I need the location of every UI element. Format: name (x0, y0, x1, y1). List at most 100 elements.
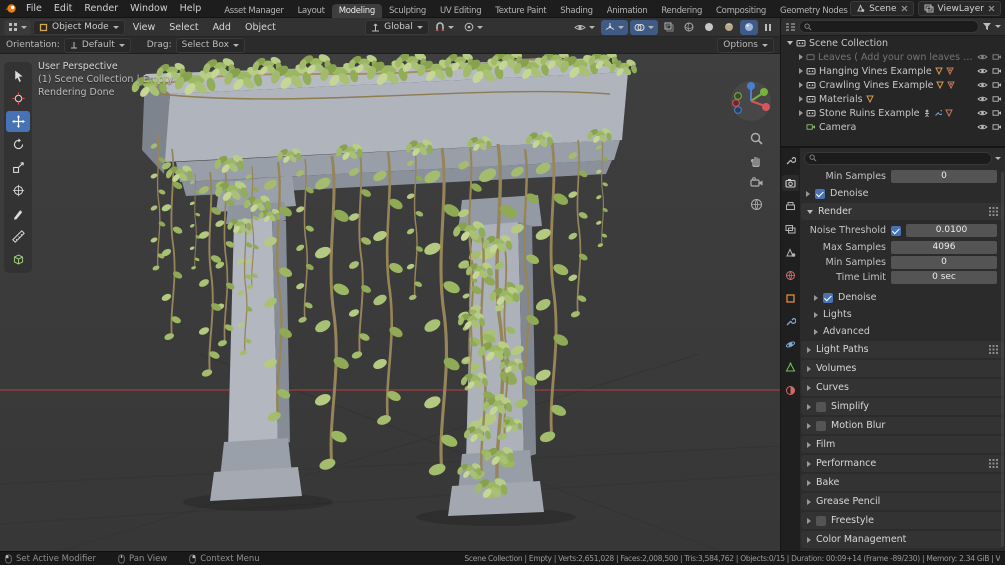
disable-render-icon[interactable] (992, 53, 1002, 61)
time-limit-value[interactable]: 0 sec (891, 271, 997, 284)
disable-render-icon[interactable] (992, 81, 1002, 89)
section-render[interactable]: Render (801, 203, 1004, 220)
menu-help[interactable]: Help (174, 0, 208, 18)
workspace-tab-modeling[interactable]: Modeling (332, 4, 382, 18)
render-denoise-row[interactable]: Denoise (800, 289, 1005, 306)
section-light-paths[interactable]: Light Paths (801, 341, 1004, 358)
denoise-checkbox[interactable] (823, 293, 833, 303)
disable-render-icon[interactable] (992, 109, 1002, 117)
rotate-tool[interactable] (6, 134, 30, 155)
noise-threshold-value[interactable]: 0.0100 (906, 224, 997, 237)
viewlayer-selector[interactable]: ViewLayer (918, 1, 1001, 16)
select-box-tool[interactable] (6, 65, 30, 86)
menu-edit[interactable]: Edit (48, 0, 78, 18)
menu-window[interactable]: Window (124, 0, 173, 18)
outliner-row-stone-ruins[interactable]: Stone Ruins Example (781, 106, 1005, 120)
xray-toggle[interactable] (660, 20, 678, 35)
workspace-tab-rendering[interactable]: Rendering (654, 4, 709, 18)
denoise-toggle-row[interactable]: Denoise (800, 185, 1005, 202)
properties-scrollbar[interactable] (1001, 172, 1004, 547)
hide-eye-icon[interactable] (977, 67, 988, 75)
expand-icon[interactable] (799, 68, 803, 74)
chevron-right-icon[interactable] (814, 312, 818, 318)
noise-threshold-checkbox[interactable] (891, 226, 901, 236)
workspace-tab-animation[interactable]: Animation (600, 4, 655, 18)
outliner-row-scene-collection[interactable]: Scene Collection (781, 36, 1005, 50)
workspace-tab-sculpting[interactable]: Sculpting (382, 4, 433, 18)
freestyle-checkbox[interactable] (816, 516, 826, 526)
snap-toggle[interactable] (431, 20, 458, 35)
section-performance[interactable]: Performance (801, 455, 1004, 472)
scale-tool[interactable] (6, 157, 30, 178)
menu-select[interactable]: Select (163, 22, 204, 33)
visibility-dropdown[interactable] (570, 20, 599, 35)
viewport-3d[interactable]: User Perspective (1) Scene Collection | … (0, 54, 780, 551)
pan-hand-icon[interactable] (746, 150, 766, 170)
chevron-down-icon[interactable] (995, 157, 1001, 160)
section-curves[interactable]: Curves (801, 379, 1004, 396)
show-gizmo-toggle[interactable] (601, 20, 628, 35)
hide-eye-icon[interactable] (977, 109, 988, 117)
max-samples-value[interactable]: 4096 (891, 241, 997, 254)
menu-render[interactable]: Render (78, 0, 124, 18)
editor-type-button[interactable] (4, 20, 31, 35)
orientation-default-dropdown[interactable]: Default (64, 38, 131, 53)
menu-add[interactable]: Add (207, 22, 237, 33)
workspace-tab-shading[interactable]: Shading (553, 4, 599, 18)
section-bake[interactable]: Bake (801, 474, 1004, 491)
hide-eye-icon[interactable] (977, 53, 988, 61)
section-freestyle[interactable]: Freestyle (801, 512, 1004, 529)
expand-icon[interactable] (799, 110, 803, 116)
measure-tool[interactable] (6, 226, 30, 247)
perspective-toggle-icon[interactable] (746, 194, 766, 214)
outliner-row-camera[interactable]: Camera (781, 120, 1005, 134)
disable-render-icon[interactable] (992, 123, 1002, 131)
expand-icon[interactable] (799, 54, 803, 60)
scene-selector[interactable]: Scene (850, 1, 913, 16)
outliner-search-input[interactable] (799, 20, 979, 33)
min-samples-value[interactable]: 0 (891, 256, 997, 269)
transform-tool[interactable] (6, 180, 30, 201)
hide-eye-icon[interactable] (977, 95, 988, 103)
section-grease-pencil[interactable]: Grease Pencil (801, 493, 1004, 510)
filter-icon[interactable] (982, 22, 992, 31)
cursor-tool[interactable] (6, 88, 30, 109)
drag-mode-dropdown[interactable]: Select Box (176, 38, 245, 53)
viewlayer-tab-icon[interactable] (782, 221, 799, 237)
shading-material-button[interactable] (720, 20, 738, 35)
show-overlays-toggle[interactable] (630, 20, 658, 35)
workspace-tab-compositing[interactable]: Compositing (709, 4, 773, 18)
modifiers-tab-icon[interactable] (782, 313, 799, 329)
render-lights-row[interactable]: Lights (800, 306, 1005, 323)
outliner-row-hanging-vines[interactable]: Hanging Vines Example (781, 64, 1005, 78)
outliner-editor-icon[interactable] (785, 22, 796, 32)
object-tab-icon[interactable] (782, 290, 799, 306)
hide-eye-icon[interactable] (977, 81, 988, 89)
chevron-right-icon[interactable] (814, 295, 818, 301)
scene-tab-icon[interactable] (782, 244, 799, 260)
expand-icon[interactable] (799, 96, 803, 102)
workspace-tab-layout[interactable]: Layout (291, 4, 332, 18)
pause-render-button[interactable] (760, 20, 776, 35)
expand-icon[interactable] (799, 82, 803, 88)
simplify-checkbox[interactable] (816, 402, 826, 412)
menu-object[interactable]: Object (239, 22, 282, 33)
shading-wireframe-button[interactable] (680, 20, 698, 35)
move-tool[interactable] (6, 111, 30, 132)
min-samples-value[interactable]: 0 (891, 170, 997, 183)
menu-file[interactable]: File (20, 0, 48, 18)
chevron-right-icon[interactable] (814, 329, 818, 335)
blender-logo-icon[interactable] (0, 3, 20, 14)
properties-search-input[interactable] (804, 152, 992, 165)
motion-blur-checkbox[interactable] (816, 421, 826, 431)
disable-render-icon[interactable] (992, 67, 1002, 75)
section-motion-blur[interactable]: Motion Blur (801, 417, 1004, 434)
workspace-tab-asset-manager[interactable]: Asset Manager (217, 4, 290, 18)
workspace-tab-texture-paint[interactable]: Texture Paint (488, 4, 553, 18)
transform-orientation-selector[interactable]: Global (365, 20, 429, 35)
options-dropdown[interactable]: Options (717, 38, 774, 53)
add-primitive-tool[interactable] (6, 249, 30, 270)
section-film[interactable]: Film (801, 436, 1004, 453)
workspace-tab-geometry-nodes[interactable]: Geometry Nodes (773, 4, 850, 18)
outliner-row-crawling-vines[interactable]: Crawling Vines Example (781, 78, 1005, 92)
